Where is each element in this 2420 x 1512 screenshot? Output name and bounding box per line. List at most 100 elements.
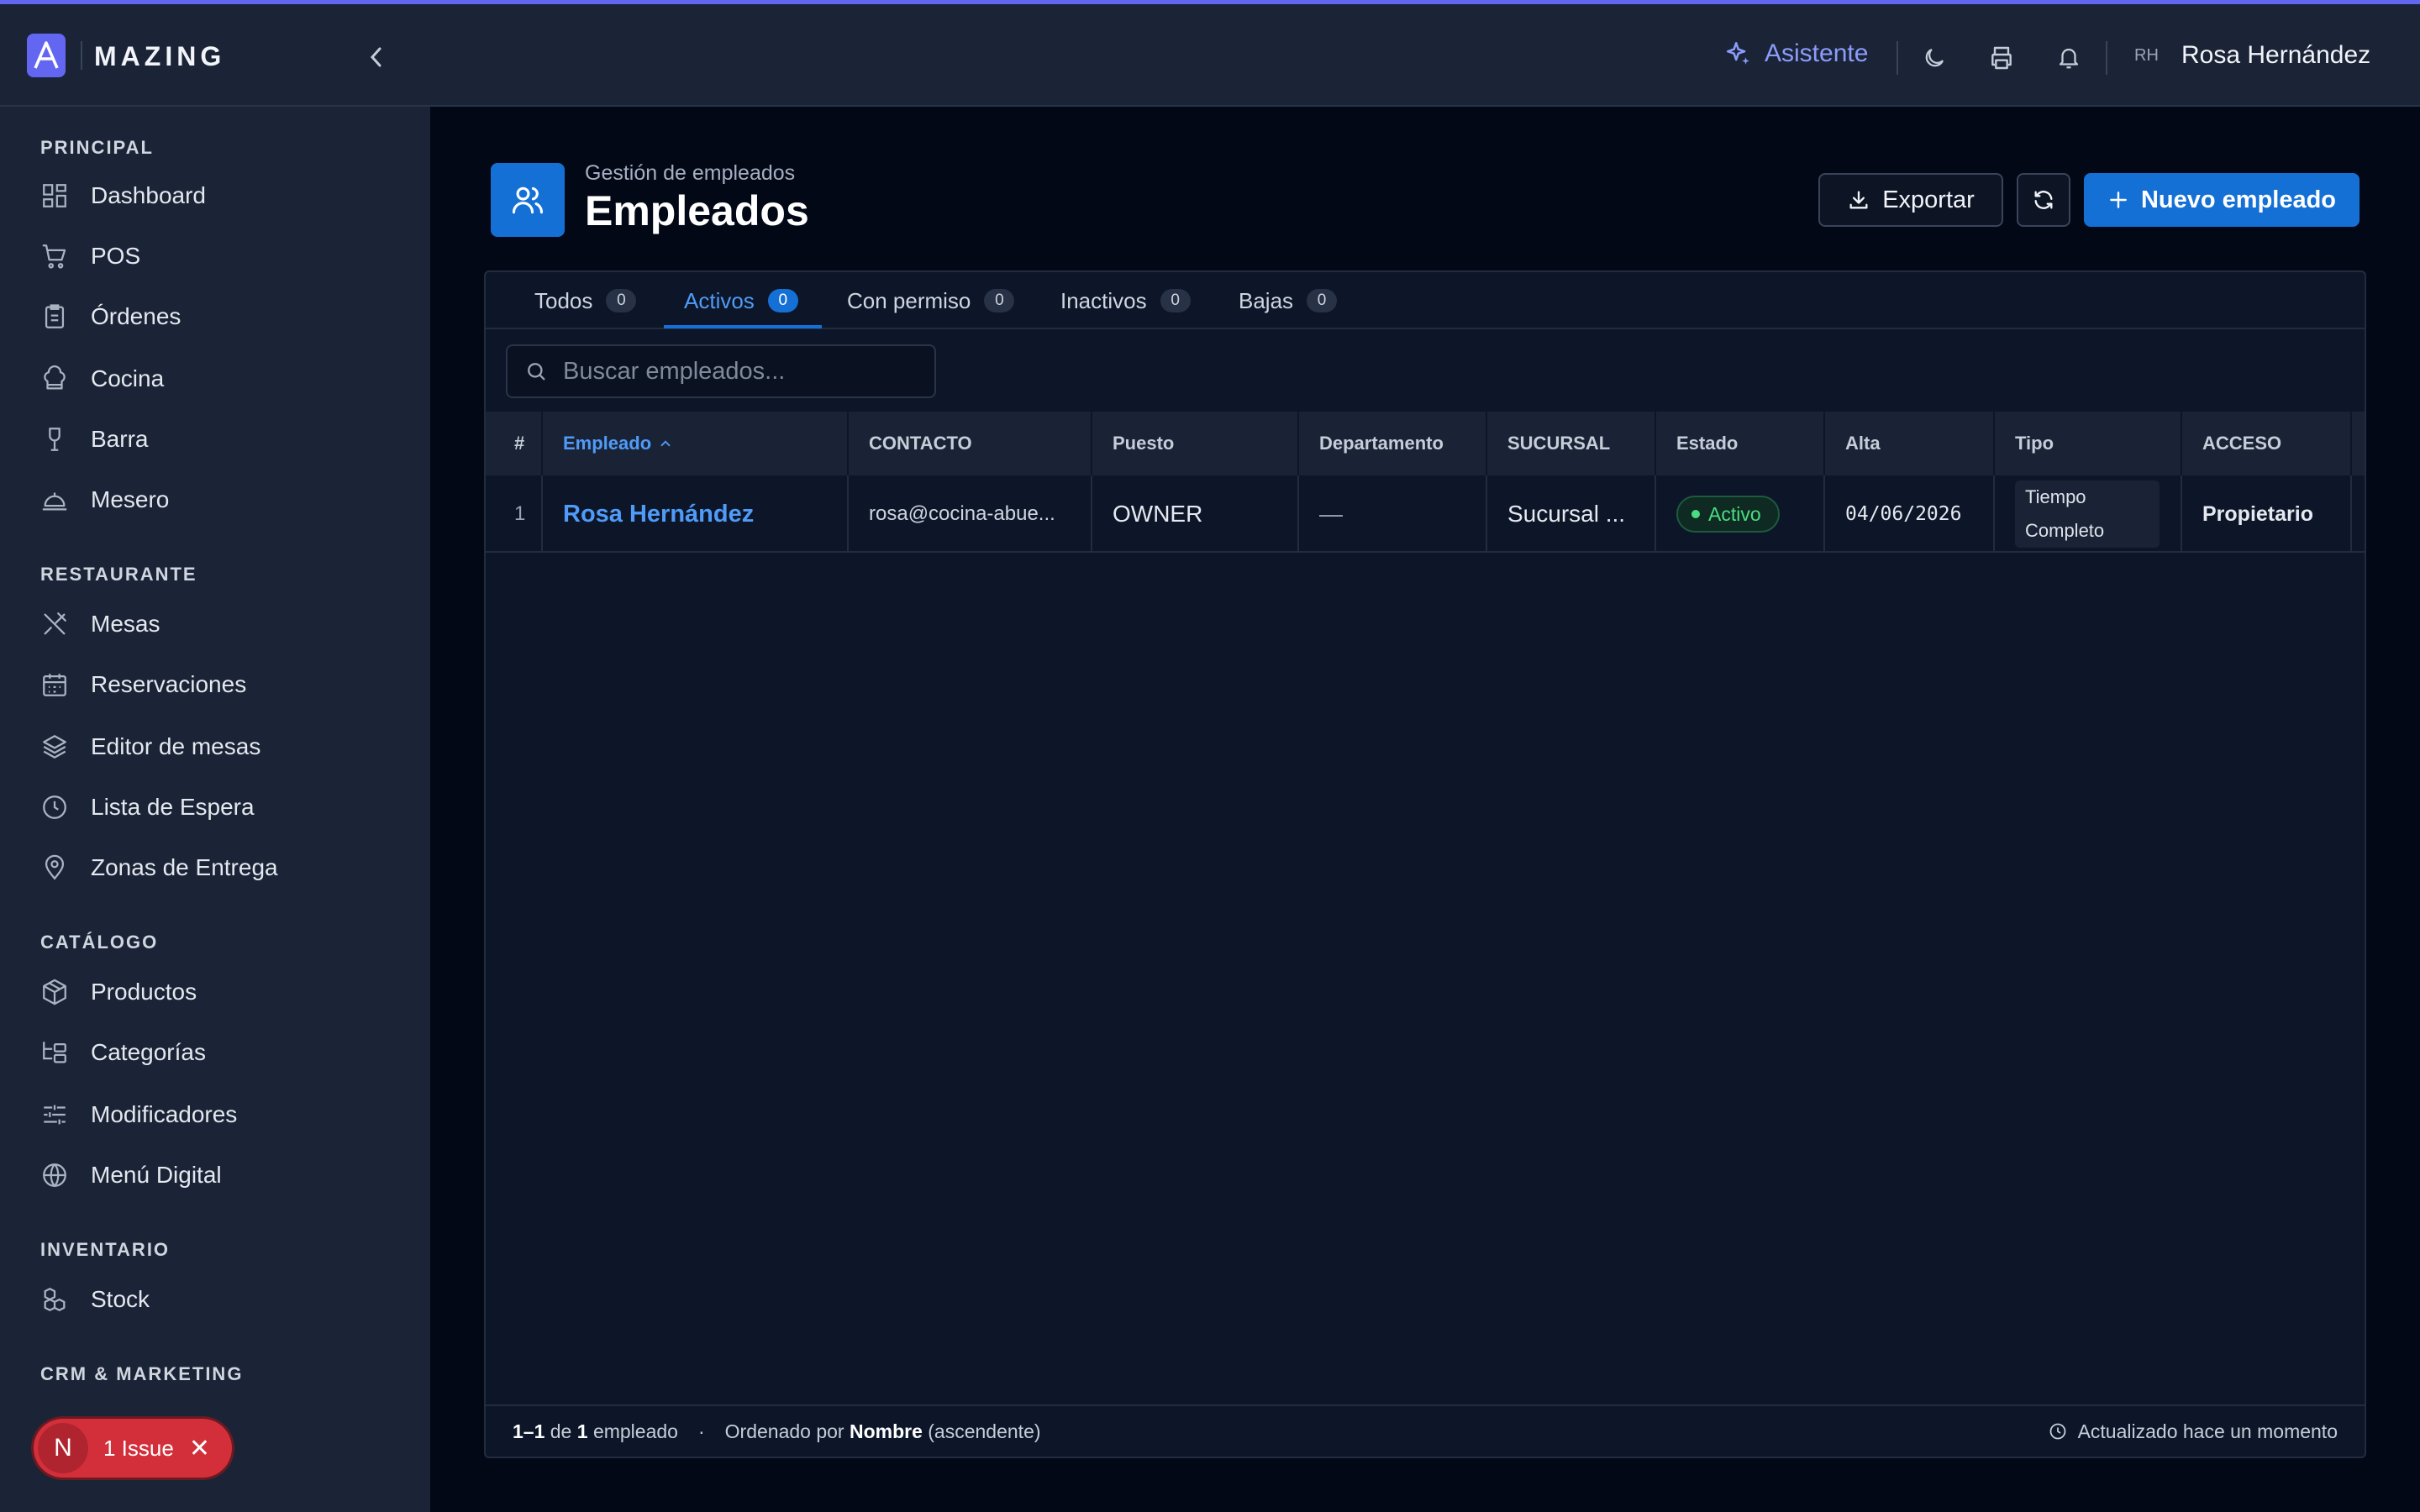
column-header-label: Empleado (563, 433, 652, 454)
export-button[interactable]: Exportar (1818, 173, 2003, 227)
sidebar-item-cocina[interactable]: Cocina (40, 362, 164, 396)
tab-todos[interactable]: Todos 0 (534, 272, 637, 329)
sidebar-section-title: INVENTARIO (40, 1239, 171, 1260)
row-number: 1 (486, 475, 543, 553)
user-avatar[interactable]: RH (2134, 46, 2159, 66)
bell-icon (2059, 48, 2079, 69)
table-header: # Empleado CONTACTO Puesto Departamento … (486, 412, 2365, 475)
sidebar-item-mesero[interactable]: Mesero (40, 483, 169, 517)
tab-count: 0 (1307, 289, 1338, 312)
column-header-estado[interactable]: Estado (1656, 412, 1825, 475)
sidebar-item-label: Lista de Espera (91, 794, 255, 820)
column-header-puesto[interactable]: Puesto (1092, 412, 1299, 475)
sidebar-item-mesas[interactable]: Mesas (40, 607, 160, 641)
employee-position: OWNER (1092, 475, 1299, 553)
column-header-alta[interactable]: Alta (1825, 412, 1995, 475)
logo-text: MAZING (94, 41, 226, 71)
column-header-sucursal[interactable]: SUCURSAL (1487, 412, 1656, 475)
new-employee-button[interactable]: Nuevo empleado (2084, 173, 2360, 227)
topbar-divider (2106, 41, 2107, 75)
sidebar-item-label: Órdenes (91, 303, 182, 329)
sidebar-item-label: Mesero (91, 486, 170, 512)
employment-type-badge: Tiempo Completo (2015, 480, 2160, 548)
tab-count: 0 (606, 289, 637, 312)
page-title: Empleados (585, 187, 809, 234)
sidebar-item-lista-de-espera[interactable]: Lista de Espera (40, 790, 255, 824)
cart-icon (42, 244, 66, 269)
sidebar-item-label: Editor de mesas (91, 733, 261, 759)
active-tab-indicator (664, 325, 822, 328)
tab-activos[interactable]: Activos 0 (684, 272, 798, 329)
sidebar-item-productos[interactable]: Productos (40, 975, 197, 1009)
theme-toggle-button[interactable] (1918, 41, 1951, 75)
clock-icon (43, 795, 66, 819)
boxes-icon (44, 1288, 66, 1311)
tab-con-permiso[interactable]: Con permiso 0 (847, 272, 1015, 329)
status-dot (1691, 510, 1700, 518)
sort-summary: Ordenado por Nombre (ascendente) (725, 1420, 1041, 1443)
sidebar-item-stock[interactable]: Stock (40, 1283, 150, 1316)
sidebar-item-label: Cocina (91, 365, 165, 391)
tab-inactivos[interactable]: Inactivos 0 (1060, 272, 1191, 329)
plus-icon (2110, 192, 2127, 208)
search-icon (528, 363, 545, 381)
search-box[interactable] (506, 344, 936, 398)
sidebar-item-ordenes[interactable]: Órdenes (40, 300, 181, 333)
tab-bajas[interactable]: Bajas 0 (1239, 272, 1338, 329)
collapse-sidebar-button[interactable] (360, 43, 393, 71)
dashboard-icon (43, 184, 66, 207)
sidebar-section-title: RESTAURANTE (40, 564, 197, 585)
package-icon (43, 979, 66, 1005)
sidebar-item-pos[interactable]: POS (40, 239, 140, 273)
logo-icon[interactable] (27, 34, 66, 77)
tab-count: 0 (984, 289, 1015, 312)
last-updated-text: Actualizado hace un momento (2077, 1420, 2338, 1442)
column-header-departamento[interactable]: Departamento (1299, 412, 1487, 475)
issues-badge[interactable]: N 1 Issue ✕ (34, 1419, 232, 1478)
folder-tree-icon (43, 1042, 66, 1063)
search-input[interactable] (563, 357, 916, 386)
sidebar-item-dashboard[interactable]: Dashboard (40, 179, 206, 213)
users-icon (491, 163, 565, 237)
close-icon[interactable]: ✕ (189, 1434, 210, 1463)
sidebar-item-label: Mesas (91, 611, 160, 637)
column-header-contacto[interactable]: CONTACTO (849, 412, 1092, 475)
sidebar-item-zonas-de-entrega[interactable]: Zonas de Entrega (40, 851, 278, 885)
chevron-up-icon (660, 440, 671, 447)
employee-branch: Sucursal ... (1487, 475, 1656, 553)
tab-label: Activos (684, 287, 755, 313)
logo-a-glyph (34, 41, 59, 69)
sidebar-item-modificadores[interactable]: Modificadores (40, 1098, 237, 1131)
employees-panel: Todos 0 Activos 0 Con permiso 0 Inactivo… (484, 270, 2366, 1458)
clock-icon (2049, 1423, 2065, 1440)
user-name[interactable]: Rosa Hernández (2181, 41, 2370, 70)
sidebar-item-categorias[interactable]: Categorías (40, 1036, 206, 1069)
column-header-empleado[interactable]: Empleado (543, 412, 849, 475)
column-header-tipo[interactable]: Tipo (1995, 412, 2182, 475)
sidebar-item-label: Dashboard (91, 182, 206, 208)
sidebar-item-label: Categorías (91, 1039, 206, 1065)
assistant-button[interactable]: Asistente (1724, 39, 1868, 68)
notifications-button[interactable] (2052, 41, 2086, 75)
refresh-button[interactable] (2017, 173, 2070, 227)
sidebar-item-reservaciones[interactable]: Reservaciones (40, 668, 246, 701)
employee-name-link[interactable]: Rosa Hernández (543, 475, 849, 553)
column-header-acceso[interactable]: ACCESO (2182, 412, 2352, 475)
sidebar-item-label: POS (91, 243, 141, 269)
sliders-icon (44, 1105, 66, 1125)
sidebar-item-label: Modificadores (91, 1101, 238, 1127)
sidebar-item-editor-de-mesas[interactable]: Editor de mesas (40, 730, 260, 764)
employee-hire-date: 04/06/2026 (1825, 475, 1995, 553)
sort-field-text: Nombre (849, 1420, 923, 1442)
clipboard-icon (45, 304, 65, 328)
sidebar-item-menu-digital[interactable]: Menú Digital (40, 1158, 222, 1192)
pagination-summary: 1–1 de 1 empleado (513, 1420, 678, 1443)
print-button[interactable] (1985, 41, 2018, 75)
new-employee-label: Nuevo empleado (2140, 186, 2337, 213)
sidebar-item-label: Stock (91, 1286, 150, 1312)
utensils-icon (44, 612, 66, 635)
status-label: Activo (1708, 502, 1761, 525)
sorted-by-text: Ordenado por (724, 1420, 844, 1442)
sidebar-item-barra[interactable]: Barra (40, 423, 148, 456)
table-row[interactable]: 1 Rosa Hernández rosa@cocina-abue... OWN… (486, 475, 2365, 553)
